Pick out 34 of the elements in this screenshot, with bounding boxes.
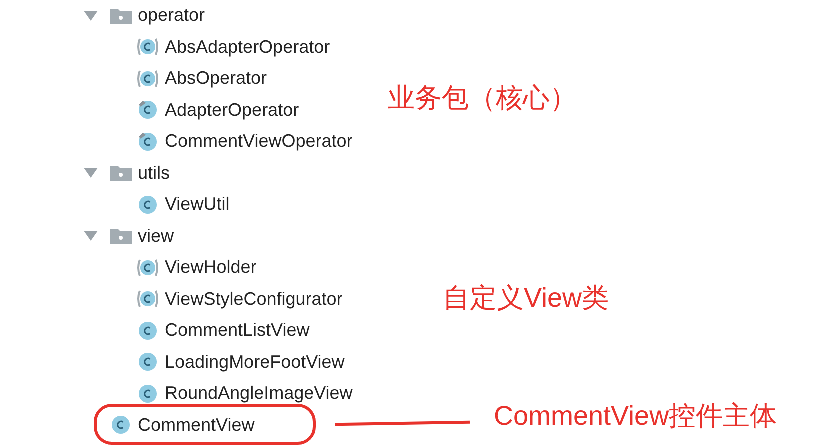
class-icon <box>137 382 159 405</box>
class-icon <box>137 194 159 216</box>
class-name[interactable]: AbsOperator <box>165 65 268 92</box>
class-icon <box>137 351 159 374</box>
collapse-arrow-icon[interactable] <box>84 230 98 242</box>
package-name[interactable]: operator <box>138 2 206 30</box>
class-name[interactable]: AbsAdapterOperator <box>165 34 330 61</box>
annotation-text: CommentView控件主体 <box>494 401 778 431</box>
class-name[interactable]: CommentView <box>138 412 255 439</box>
folder-icon <box>110 8 132 24</box>
class-name[interactable]: ViewUtil <box>165 191 230 218</box>
abstract-class-icon <box>137 36 159 58</box>
class-name[interactable]: AdapterOperator <box>165 96 300 124</box>
annotation-text: 自定义View类 <box>443 283 610 313</box>
abstract-class-icon <box>137 68 159 90</box>
package-name[interactable]: utils <box>138 160 170 187</box>
package-name[interactable]: view <box>138 222 174 250</box>
folder-icon <box>110 228 132 244</box>
class-icon <box>137 320 159 342</box>
abstract-class-icon <box>137 288 159 310</box>
folder-icon <box>110 165 132 182</box>
abstract-class-icon <box>137 256 159 279</box>
class-name[interactable]: CommentViewOperator <box>165 128 353 156</box>
class-name[interactable]: ViewHolder <box>165 254 257 282</box>
annotation-text: 业务包（核心） <box>388 83 577 113</box>
collapse-arrow-icon[interactable] <box>84 167 98 180</box>
collapse-arrow-icon[interactable] <box>84 10 98 22</box>
class-icon <box>137 99 159 122</box>
class-name[interactable]: CommentListView <box>165 317 310 344</box>
class-name[interactable]: RoundAngleImageView <box>165 380 353 408</box>
class-icon <box>137 130 159 153</box>
class-name[interactable]: ViewStyleConfigurator <box>165 286 343 313</box>
class-name[interactable]: LoadingMoreFootView <box>165 348 345 376</box>
class-icon <box>110 414 132 436</box>
